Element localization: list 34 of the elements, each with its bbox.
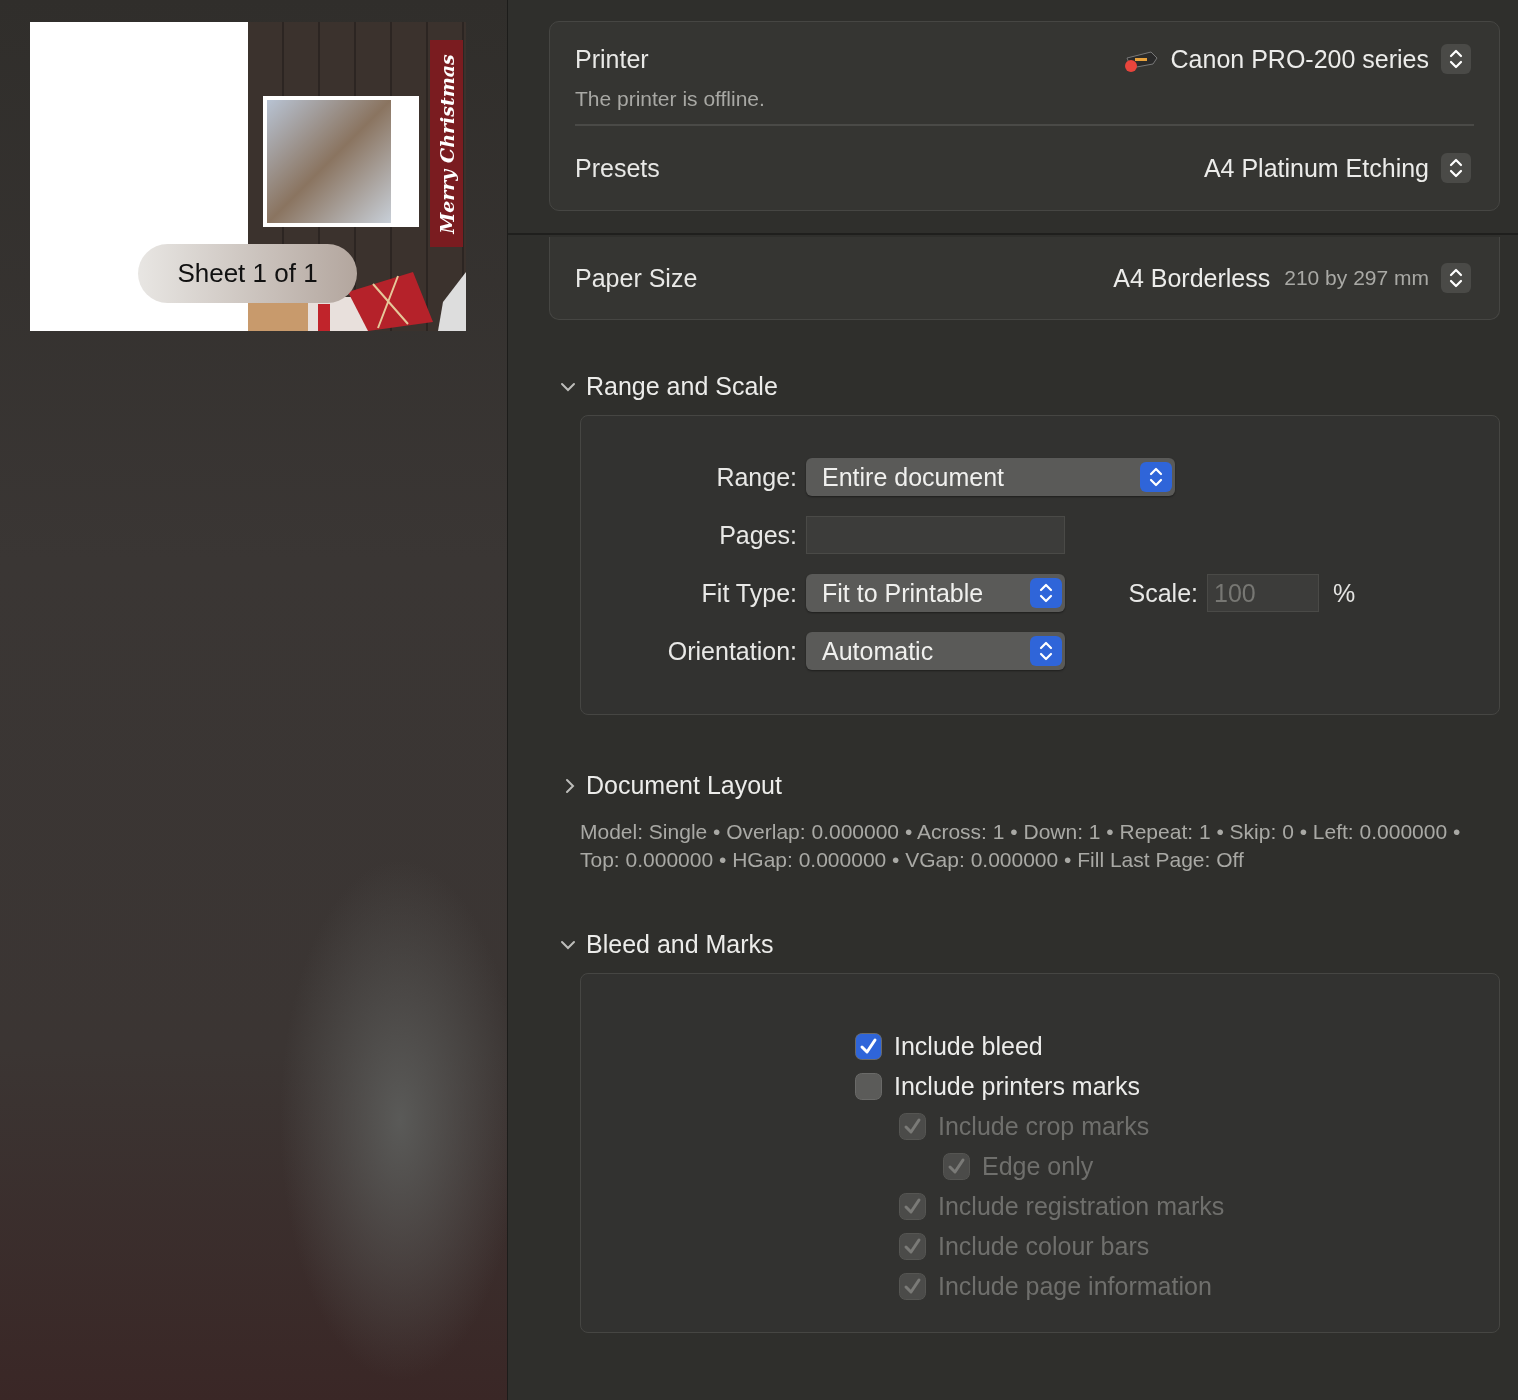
range-label: Range: — [715, 462, 798, 492]
stepper-icon — [1030, 636, 1062, 666]
percent-unit: % — [1332, 578, 1357, 608]
presets-label: Presets — [575, 153, 660, 183]
checked-checkbox[interactable] — [855, 1032, 882, 1060]
stepper-icon — [1441, 44, 1471, 74]
paper-size-label: Paper Size — [575, 263, 698, 293]
stepper-icon — [1441, 153, 1471, 183]
checkbox[interactable] — [855, 1072, 882, 1100]
presets-popup[interactable]: A4 Platinum Etching — [1203, 153, 1471, 183]
pages-field[interactable] — [806, 516, 1065, 554]
section-header[interactable]: Range and Scale — [560, 372, 778, 401]
pages-label: Pages: — [718, 520, 798, 550]
paper-dimensions: 210 by 297 mm — [1284, 266, 1429, 290]
stepper-icon — [1030, 578, 1062, 608]
orientation-popup[interactable]: Automatic — [806, 632, 1065, 670]
stepper-icon — [1441, 263, 1471, 293]
scale-label: Scale: — [1127, 578, 1199, 608]
range-popup[interactable]: Entire document — [806, 458, 1175, 496]
printer-popup[interactable]: Canon PRO-200 series — [1122, 44, 1471, 74]
printer-status: The printer is offline. — [575, 74, 1474, 126]
paper-size-popup[interactable]: A4 Borderless 210 by 297 mm — [1113, 263, 1471, 293]
layout-summary: Model: Single • Overlap: 0.000000 • Across: 1 • Down: 1 • Repeat: 1 • Skip: 0 • Left: 0.000000 • Top: 0.000000 • HGap: 0.000000 • VGap: 0.000000 • Fill Last Page: Off — [580, 819, 1462, 873]
sheet-counter: Sheet 1 of 1 — [138, 244, 357, 303]
checkbox-row[interactable]: Include bleed — [855, 1026, 1499, 1066]
checkbox-row[interactable]: Include printers marks — [855, 1066, 1499, 1106]
section-header[interactable]: Bleed and Marks — [560, 930, 774, 959]
section-header[interactable]: Document Layout — [560, 771, 782, 800]
fit-type-popup[interactable]: Fit to Printable — [806, 574, 1065, 612]
card-greeting: Merry Christmas — [435, 53, 458, 234]
printer-label: Printer — [575, 44, 649, 74]
stepper-icon — [1140, 462, 1172, 492]
fit-type-label: Fit Type: — [700, 578, 798, 608]
orientation-label: Orientation: — [666, 636, 798, 666]
